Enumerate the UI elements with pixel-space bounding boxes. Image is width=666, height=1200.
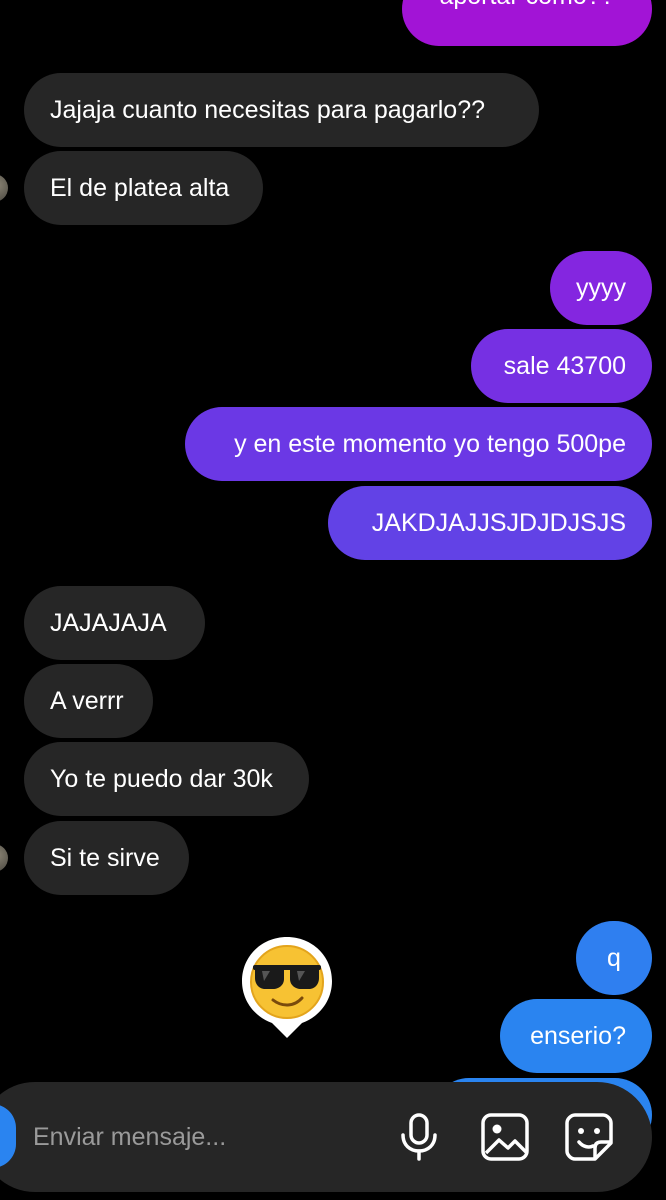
gallery-icon[interactable]: [478, 1110, 532, 1164]
message-text: enserio?: [530, 1022, 626, 1050]
message-bubble-outgoing[interactable]: q: [576, 921, 652, 995]
message-text: yyyy: [576, 274, 626, 302]
message-bubble-incoming[interactable]: JAJAJAJA: [24, 586, 205, 660]
message-bubble-outgoing[interactable]: JAKDJAJJSJDJDJSJS: [328, 486, 652, 560]
message-text: aportar como??: [439, 0, 614, 10]
message-text: y en este momento yo tengo 500pe: [234, 430, 626, 458]
message-bubble-incoming[interactable]: A verrr: [24, 664, 153, 738]
message-text: Si te sirve: [50, 844, 160, 872]
message-text: Yo te puedo dar 30k: [50, 765, 273, 793]
message-text: A verrr: [50, 687, 124, 715]
avatar[interactable]: [0, 844, 8, 872]
message-bubble-incoming[interactable]: El de platea alta: [0, 151, 263, 225]
message-text: JAKDJAJJSJDJDJSJS: [371, 509, 626, 537]
message-bubble-outgoing[interactable]: sale 43700: [471, 329, 652, 403]
sunglasses-face-sticker[interactable]: [240, 935, 334, 1039]
message-text: Jajaja cuanto necesitas para pagarlo??: [50, 96, 486, 124]
microphone-icon[interactable]: [392, 1110, 446, 1164]
message-bubble-outgoing[interactable]: enserio?: [500, 999, 652, 1073]
message-bubble-outgoing[interactable]: aportar como??: [402, 0, 652, 46]
message-text: q: [607, 944, 621, 972]
message-text: El de platea alta: [50, 174, 230, 202]
message-text: JAJAJAJA: [50, 609, 167, 637]
message-input[interactable]: Enviar mensaje...: [33, 1116, 226, 1158]
message-input-placeholder: Enviar mensaje...: [33, 1123, 227, 1151]
chat-thread: aportar como?? Jajaja cuanto necesitas p…: [0, 0, 666, 1200]
message-bubble-incoming[interactable]: Yo te puedo dar 30k: [24, 742, 309, 816]
message-bubble-outgoing[interactable]: y en este momento yo tengo 500pe: [185, 407, 652, 481]
sticker-icon[interactable]: [562, 1110, 616, 1164]
avatar[interactable]: [0, 174, 8, 202]
message-bubble-incoming[interactable]: Jajaja cuanto necesitas para pagarlo??: [24, 73, 539, 147]
message-bubble-incoming[interactable]: Si te sirve: [0, 821, 189, 895]
message-text: sale 43700: [503, 352, 626, 380]
message-bubble-outgoing[interactable]: yyyy: [550, 251, 652, 325]
